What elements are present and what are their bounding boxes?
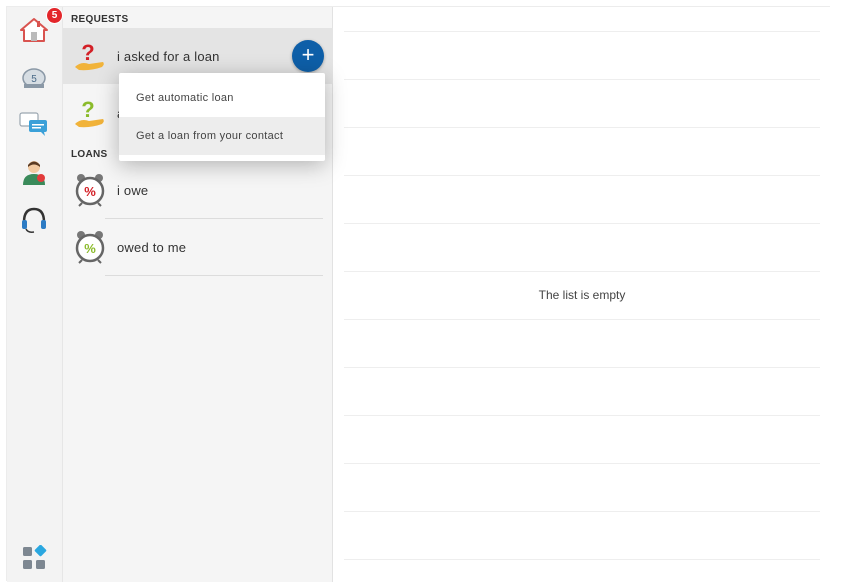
divider xyxy=(344,559,820,560)
alarm-percent-icon: % xyxy=(73,230,107,264)
add-request-menu: Get automatic loan Get a loan from your … xyxy=(119,73,325,161)
home-icon xyxy=(20,17,48,48)
list-item-owed-to-me[interactable]: % owed to me xyxy=(63,219,333,275)
support-button[interactable] xyxy=(17,205,51,239)
divider xyxy=(344,319,820,320)
menu-item-loan-from-contact[interactable]: Get a loan from your contact xyxy=(119,117,325,155)
divider xyxy=(344,175,820,176)
divider xyxy=(344,31,820,32)
list-item-label: i owe xyxy=(117,182,149,198)
svg-text:?: ? xyxy=(81,40,94,65)
question-hand-icon: ? xyxy=(73,96,107,130)
divider xyxy=(344,223,820,224)
svg-text:5: 5 xyxy=(31,74,37,85)
divider xyxy=(344,127,820,128)
divider xyxy=(344,463,820,464)
apps-button[interactable] xyxy=(17,543,51,577)
chat-icon xyxy=(19,111,49,142)
messages-button[interactable] xyxy=(17,109,51,143)
divider xyxy=(344,415,820,416)
left-nav-rail: 5 5 xyxy=(7,7,63,582)
list-item-label: i asked for a loan xyxy=(117,48,220,64)
details-panel: The list is empty xyxy=(334,7,830,582)
divider xyxy=(105,275,323,276)
apps-grid-icon xyxy=(21,544,47,576)
contacts-button[interactable] xyxy=(17,157,51,191)
svg-text:?: ? xyxy=(81,97,94,122)
divider xyxy=(344,271,820,272)
question-hand-icon: ? xyxy=(73,39,107,73)
divider xyxy=(344,79,820,80)
loans-header: LOANS xyxy=(71,149,108,160)
list-item-label: owed to me xyxy=(117,239,187,255)
divider xyxy=(344,511,820,512)
menu-item-automatic-loan[interactable]: Get automatic loan xyxy=(119,79,325,117)
home-button[interactable]: 5 xyxy=(17,7,63,49)
piggy-bank-icon: 5 xyxy=(20,64,48,95)
app-window: 5 5 REQUESTS ? i asked for a loan + ? LO… xyxy=(6,6,830,582)
notification-badge: 5 xyxy=(46,7,63,24)
svg-text:%: % xyxy=(84,184,96,199)
divider xyxy=(344,367,820,368)
requests-header: REQUESTS xyxy=(71,14,129,25)
alarm-percent-icon: % xyxy=(73,173,107,207)
empty-state-text: The list is empty xyxy=(538,288,626,302)
contacts-icon xyxy=(19,158,49,191)
add-request-button[interactable]: + xyxy=(292,40,324,72)
svg-text:%: % xyxy=(84,241,96,256)
savings-button[interactable]: 5 xyxy=(17,62,51,96)
support-headset-icon xyxy=(20,206,48,239)
list-item-i-owe[interactable]: % i owe xyxy=(63,162,333,218)
